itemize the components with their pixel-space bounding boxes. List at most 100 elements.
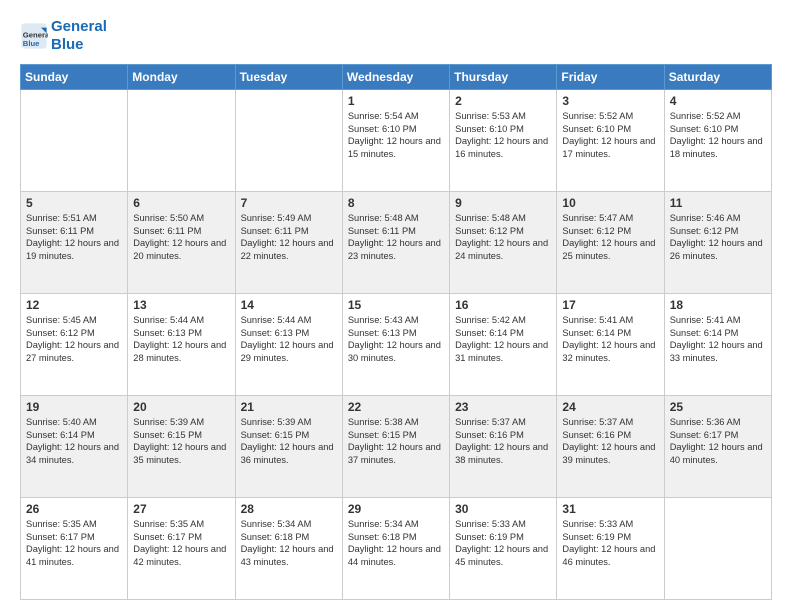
cell-info: Sunrise: 5:34 AM Sunset: 6:18 PM Dayligh…	[348, 518, 444, 568]
cell-info: Sunrise: 5:44 AM Sunset: 6:13 PM Dayligh…	[133, 314, 229, 364]
col-sunday: Sunday	[21, 65, 128, 90]
day-number: 2	[455, 94, 551, 108]
calendar-cell	[128, 90, 235, 192]
day-number: 22	[348, 400, 444, 414]
calendar-cell: 22 Sunrise: 5:38 AM Sunset: 6:15 PM Dayli…	[342, 396, 449, 498]
day-number: 28	[241, 502, 337, 516]
calendar-cell: 2 Sunrise: 5:53 AM Sunset: 6:10 PM Daylig…	[450, 90, 557, 192]
calendar-table: Sunday Monday Tuesday Wednesday Thursday…	[20, 64, 772, 600]
day-number: 7	[241, 196, 337, 210]
day-number: 10	[562, 196, 658, 210]
calendar-cell: 24 Sunrise: 5:37 AM Sunset: 6:16 PM Dayli…	[557, 396, 664, 498]
calendar-cell: 3Sunrise: 5:52 AM Sunset: 6:10 PM Daylig…	[557, 90, 664, 192]
cell-info: Sunrise: 5:49 AM Sunset: 6:11 PM Dayligh…	[241, 212, 337, 262]
cell-info: Sunrise: 5:45 AM Sunset: 6:12 PM Dayligh…	[26, 314, 122, 364]
calendar-cell: 10 Sunrise: 5:47 AM Sunset: 6:12 PM Dayli…	[557, 192, 664, 294]
cell-info: Sunrise: 5:47 AM Sunset: 6:12 PM Dayligh…	[562, 212, 658, 262]
calendar-cell: 31 Sunrise: 5:33 AM Sunset: 6:19 PM Dayli…	[557, 498, 664, 600]
calendar-cell: 6 Sunrise: 5:50 AM Sunset: 6:11 PM Daylig…	[128, 192, 235, 294]
calendar-cell: 7 Sunrise: 5:49 AM Sunset: 6:11 PM Daylig…	[235, 192, 342, 294]
logo-text: General Blue	[51, 18, 107, 54]
day-number: 5	[26, 196, 122, 210]
calendar-cell: 29 Sunrise: 5:34 AM Sunset: 6:18 PM Dayli…	[342, 498, 449, 600]
header: General Blue General Blue	[20, 18, 772, 54]
cell-info: Sunrise: 5:48 AM Sunset: 6:12 PM Dayligh…	[455, 212, 551, 262]
day-number: 13	[133, 298, 229, 312]
day-number: 11	[670, 196, 766, 210]
cell-info: Sunrise: 5:39 AM Sunset: 6:15 PM Dayligh…	[241, 416, 337, 466]
cell-info: Sunrise: 5:52 AM Sunset: 6:10 PM Dayligh…	[670, 110, 766, 160]
day-number: 6	[133, 196, 229, 210]
col-thursday: Thursday	[450, 65, 557, 90]
day-number: 27	[133, 502, 229, 516]
calendar-cell: 16 Sunrise: 5:42 AM Sunset: 6:14 PM Dayli…	[450, 294, 557, 396]
cell-info: Sunrise: 5:54 AM Sunset: 6:10 PM Dayligh…	[348, 110, 444, 160]
calendar-cell: 13 Sunrise: 5:44 AM Sunset: 6:13 PM Dayli…	[128, 294, 235, 396]
calendar-week-row: 5Sunrise: 5:51 AM Sunset: 6:11 PM Daylig…	[21, 192, 772, 294]
calendar-week-row: 1 Sunrise: 5:54 AM Sunset: 6:10 PM Daylig…	[21, 90, 772, 192]
day-number: 25	[670, 400, 766, 414]
cell-info: Sunrise: 5:37 AM Sunset: 6:16 PM Dayligh…	[455, 416, 551, 466]
calendar-cell: 21Sunrise: 5:39 AM Sunset: 6:15 PM Dayli…	[235, 396, 342, 498]
cell-info: Sunrise: 5:50 AM Sunset: 6:11 PM Dayligh…	[133, 212, 229, 262]
calendar-cell: 20Sunrise: 5:39 AM Sunset: 6:15 PM Dayli…	[128, 396, 235, 498]
day-number: 1	[348, 94, 444, 108]
cell-info: Sunrise: 5:33 AM Sunset: 6:19 PM Dayligh…	[562, 518, 658, 568]
calendar-cell: 4 Sunrise: 5:52 AM Sunset: 6:10 PM Daylig…	[664, 90, 771, 192]
logo: General Blue General Blue	[20, 18, 107, 54]
day-number: 23	[455, 400, 551, 414]
cell-info: Sunrise: 5:36 AM Sunset: 6:17 PM Dayligh…	[670, 416, 766, 466]
calendar-cell: 28 Sunrise: 5:34 AM Sunset: 6:18 PM Dayli…	[235, 498, 342, 600]
calendar-header-row: Sunday Monday Tuesday Wednesday Thursday…	[21, 65, 772, 90]
cell-info: Sunrise: 5:42 AM Sunset: 6:14 PM Dayligh…	[455, 314, 551, 364]
day-number: 30	[455, 502, 551, 516]
day-number: 19	[26, 400, 122, 414]
day-number: 24	[562, 400, 658, 414]
calendar-cell: 17Sunrise: 5:41 AM Sunset: 6:14 PM Dayli…	[557, 294, 664, 396]
calendar-cell: 14Sunrise: 5:44 AM Sunset: 6:13 PM Dayli…	[235, 294, 342, 396]
calendar-cell: 30 Sunrise: 5:33 AM Sunset: 6:19 PM Dayli…	[450, 498, 557, 600]
col-wednesday: Wednesday	[342, 65, 449, 90]
day-number: 3	[562, 94, 658, 108]
calendar-cell: 26Sunrise: 5:35 AM Sunset: 6:17 PM Dayli…	[21, 498, 128, 600]
logo-icon: General Blue	[20, 22, 48, 50]
calendar-cell: 8 Sunrise: 5:48 AM Sunset: 6:11 PM Daylig…	[342, 192, 449, 294]
calendar-cell	[664, 498, 771, 600]
calendar-week-row: 26Sunrise: 5:35 AM Sunset: 6:17 PM Dayli…	[21, 498, 772, 600]
cell-info: Sunrise: 5:35 AM Sunset: 6:17 PM Dayligh…	[26, 518, 122, 568]
cell-info: Sunrise: 5:53 AM Sunset: 6:10 PM Dayligh…	[455, 110, 551, 160]
cell-info: Sunrise: 5:33 AM Sunset: 6:19 PM Dayligh…	[455, 518, 551, 568]
col-friday: Friday	[557, 65, 664, 90]
cell-info: Sunrise: 5:41 AM Sunset: 6:14 PM Dayligh…	[670, 314, 766, 364]
cell-info: Sunrise: 5:38 AM Sunset: 6:15 PM Dayligh…	[348, 416, 444, 466]
logo-general: General	[51, 18, 107, 35]
calendar-cell	[21, 90, 128, 192]
calendar-cell: 9 Sunrise: 5:48 AM Sunset: 6:12 PM Daylig…	[450, 192, 557, 294]
cell-info: Sunrise: 5:41 AM Sunset: 6:14 PM Dayligh…	[562, 314, 658, 364]
day-number: 18	[670, 298, 766, 312]
page: General Blue General Blue Sunday Monday …	[0, 0, 792, 612]
calendar-cell: 12 Sunrise: 5:45 AM Sunset: 6:12 PM Dayli…	[21, 294, 128, 396]
cell-info: Sunrise: 5:46 AM Sunset: 6:12 PM Dayligh…	[670, 212, 766, 262]
day-number: 31	[562, 502, 658, 516]
cell-info: Sunrise: 5:44 AM Sunset: 6:13 PM Dayligh…	[241, 314, 337, 364]
day-number: 8	[348, 196, 444, 210]
cell-info: Sunrise: 5:37 AM Sunset: 6:16 PM Dayligh…	[562, 416, 658, 466]
calendar-cell: 23 Sunrise: 5:37 AM Sunset: 6:16 PM Dayli…	[450, 396, 557, 498]
cell-info: Sunrise: 5:43 AM Sunset: 6:13 PM Dayligh…	[348, 314, 444, 364]
cell-info: Sunrise: 5:34 AM Sunset: 6:18 PM Dayligh…	[241, 518, 337, 568]
cell-info: Sunrise: 5:48 AM Sunset: 6:11 PM Dayligh…	[348, 212, 444, 262]
day-number: 9	[455, 196, 551, 210]
day-number: 12	[26, 298, 122, 312]
calendar-cell: 1 Sunrise: 5:54 AM Sunset: 6:10 PM Daylig…	[342, 90, 449, 192]
calendar-week-row: 19Sunrise: 5:40 AM Sunset: 6:14 PM Dayli…	[21, 396, 772, 498]
calendar-week-row: 12 Sunrise: 5:45 AM Sunset: 6:12 PM Dayli…	[21, 294, 772, 396]
day-number: 16	[455, 298, 551, 312]
cell-info: Sunrise: 5:35 AM Sunset: 6:17 PM Dayligh…	[133, 518, 229, 568]
svg-text:Blue: Blue	[23, 39, 40, 48]
logo-blue: Blue	[51, 36, 84, 53]
day-number: 4	[670, 94, 766, 108]
calendar-cell	[235, 90, 342, 192]
day-number: 29	[348, 502, 444, 516]
calendar-cell: 5Sunrise: 5:51 AM Sunset: 6:11 PM Daylig…	[21, 192, 128, 294]
